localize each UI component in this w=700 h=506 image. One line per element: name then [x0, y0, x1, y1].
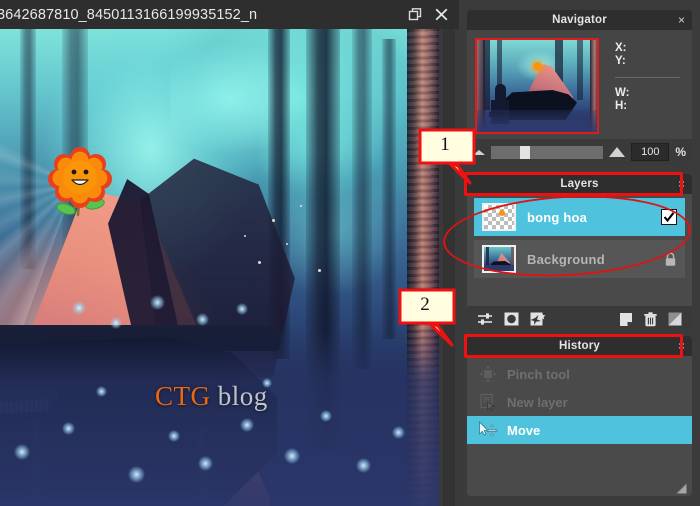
add-layer-star-icon[interactable]	[530, 312, 546, 326]
navigator-field-y: Y:	[615, 55, 626, 67]
canvas-watermark: CTG blog	[155, 381, 268, 412]
pinch-tool-icon	[477, 364, 499, 384]
lock-icon[interactable]	[664, 252, 677, 267]
app-root: 3642687810_8450113166199935152_n CTG blo…	[0, 0, 700, 506]
restore-icon[interactable]	[408, 7, 423, 22]
layer-name: bong hoa	[527, 209, 588, 225]
layer-visibility-checkbox[interactable]	[661, 209, 677, 225]
layer-thumbnail[interactable]	[482, 203, 516, 231]
close-icon[interactable]	[434, 7, 449, 22]
layers-list: bong hoa Background	[467, 194, 692, 278]
close-icon[interactable]: ×	[678, 178, 685, 190]
trash-icon[interactable]	[644, 311, 657, 327]
artwork: CTG blog	[0, 29, 439, 506]
layer-thumbnail[interactable]	[482, 245, 516, 273]
mask-circle-icon[interactable]	[504, 312, 519, 326]
navigator-panel: Navigator × X: Y: W: H: 100 %	[467, 10, 692, 165]
navigator-panel-header[interactable]: Navigator ×	[467, 10, 692, 30]
layers-panel: Layers × bong hoa Background	[467, 174, 692, 332]
navigator-field-w: W:	[615, 87, 630, 99]
divider	[615, 77, 680, 78]
navigator-thumbnail[interactable]	[475, 38, 599, 134]
move-tool-icon	[477, 420, 499, 440]
layer-name: Background	[527, 251, 605, 267]
history-list: Pinch tool New layer Move	[467, 356, 692, 444]
navigator-zoom-bar: 100 %	[467, 139, 692, 165]
close-icon[interactable]: ×	[678, 340, 685, 352]
canvas-scrollbar-track[interactable]	[443, 29, 455, 506]
navigator-field-h: H:	[615, 100, 628, 112]
small-mountain-icon[interactable]	[473, 149, 485, 155]
layers-title: Layers	[560, 178, 599, 190]
history-item-new-layer[interactable]: New layer	[467, 388, 692, 416]
document-title: 3642687810_8450113166199935152_n	[0, 6, 258, 23]
history-item-move[interactable]: Move	[467, 416, 692, 444]
large-mountain-icon[interactable]	[609, 147, 626, 157]
layer-row[interactable]: bong hoa	[474, 198, 685, 236]
history-panel-header[interactable]: History ×	[467, 336, 692, 356]
history-item-pinch-tool[interactable]: Pinch tool	[467, 360, 692, 388]
image-canvas[interactable]: CTG blog	[0, 29, 439, 506]
history-item-label: New layer	[507, 394, 568, 410]
layer-row[interactable]: Background	[474, 240, 685, 278]
new-layer-icon	[477, 392, 499, 412]
flower-sticker[interactable]	[48, 147, 112, 221]
layers-toolbar	[467, 306, 692, 332]
layers-panel-header[interactable]: Layers ×	[467, 174, 692, 194]
navigator-title: Navigator	[552, 14, 607, 26]
zoom-slider[interactable]	[491, 145, 604, 159]
history-title: History	[558, 340, 601, 352]
watermark-ctg: CTG	[155, 381, 211, 411]
artwork-tree	[382, 39, 396, 339]
navigator-field-x: X:	[615, 42, 627, 54]
panel-resize-grip[interactable]	[676, 481, 687, 494]
canvas-scrollbar[interactable]	[439, 29, 459, 506]
history-item-label: Pinch tool	[507, 366, 570, 382]
right-dock: Navigator × X: Y: W: H: 100 % Layers × b…	[459, 0, 700, 506]
half-fill-square-icon[interactable]	[668, 312, 682, 326]
document-window: 3642687810_8450113166199935152_n CTG blo…	[0, 0, 459, 506]
artwork-grass	[0, 326, 439, 506]
close-icon[interactable]: ×	[678, 14, 685, 26]
sliders-icon[interactable]	[477, 312, 493, 326]
zoom-value-input[interactable]: 100	[631, 143, 670, 161]
history-panel: History × Pinch tool New layer Move	[467, 336, 692, 496]
zoom-slider-handle[interactable]	[520, 145, 531, 159]
zoom-unit-label: %	[675, 145, 686, 159]
watermark-blog: blog	[210, 381, 268, 411]
history-item-label: Move	[507, 422, 541, 438]
duplicate-layer-icon[interactable]	[619, 312, 633, 327]
artwork-tree	[352, 29, 372, 369]
document-titlebar: 3642687810_8450113166199935152_n	[0, 0, 459, 29]
window-controls	[408, 7, 459, 22]
